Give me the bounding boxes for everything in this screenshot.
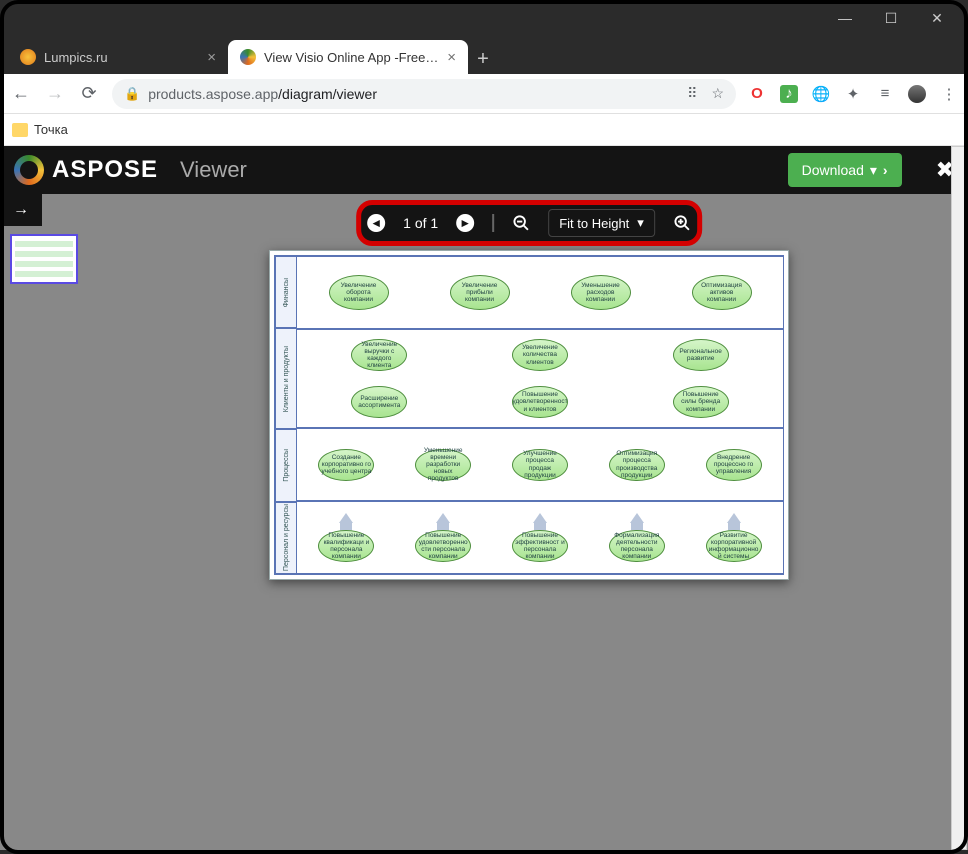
- ext-music-icon[interactable]: ♪: [780, 85, 798, 103]
- swimlane-row: Повышение квалификаци и персонала компан…: [297, 501, 783, 574]
- favicon-icon: [240, 49, 256, 65]
- divider: [492, 214, 494, 232]
- close-icon[interactable]: ×: [207, 49, 216, 66]
- lock-icon: 🔒: [124, 86, 140, 102]
- browser-tab-1[interactable]: Lumpics.ru ×: [8, 40, 228, 74]
- diagram-node: Повышение квалификаци и персонала компан…: [318, 530, 374, 562]
- diagram-node: Увеличение прибыли компании: [450, 275, 510, 310]
- extensions-icon[interactable]: ✦: [844, 85, 862, 103]
- diagram-node: Развитие корпоративной информационно й с…: [706, 530, 762, 562]
- diagram-node: Повышение удовлетворенност и клиентов: [512, 386, 568, 418]
- address-bar[interactable]: 🔒 products.aspose.app/diagram/viewer ⠿ ☆: [112, 79, 736, 109]
- browser-tab-2[interactable]: View Visio Online App -Free Onli ×: [228, 40, 468, 74]
- window-maximize[interactable]: ☐: [868, 4, 914, 32]
- reload-button[interactable]: ⟳: [78, 83, 100, 104]
- bookmark-star-icon[interactable]: ☆: [711, 85, 724, 102]
- lane-header: Процессы: [275, 429, 297, 501]
- logo-text: ASPOSE: [52, 156, 158, 184]
- caret-down-icon: ▾: [870, 162, 877, 179]
- chevron-right-icon: ›: [883, 162, 888, 178]
- diagram-node: Оптимизация активов компании: [692, 275, 752, 310]
- diagram-node: Внедрение процессно го управления: [706, 449, 762, 481]
- document-page[interactable]: Финансы Клиенты и продукты Процессы Перс…: [269, 250, 789, 580]
- page-indicator: 1 of 1: [403, 215, 438, 231]
- folder-icon: [12, 123, 28, 137]
- page-thumbnail[interactable]: [10, 234, 78, 284]
- lane-header: Клиенты и продукты: [275, 328, 297, 429]
- tab-label: Lumpics.ru: [44, 50, 199, 65]
- window-minimize[interactable]: —: [822, 4, 868, 32]
- prev-page-button[interactable]: ◄: [367, 214, 385, 232]
- new-tab-button[interactable]: +: [468, 44, 498, 74]
- diagram-node: Улучшение процесса продаж продукции: [512, 449, 568, 481]
- bookmark-item[interactable]: Точка: [34, 122, 68, 137]
- diagram-node: Увеличение количества клиентов: [512, 339, 568, 371]
- lane-header: Персонал и ресурсы: [275, 502, 297, 574]
- swimlane-row: Увеличение оборота компании Увеличение п…: [297, 256, 783, 329]
- diagram-node: Создание корпоративно го учебного центра: [318, 449, 374, 481]
- diagram-node: Повышение удовлетворенно сти персонала к…: [415, 530, 471, 562]
- ext-globe-icon[interactable]: 🌐: [812, 85, 830, 103]
- diagram-node: Повышение эффективност и персонала компа…: [512, 530, 568, 562]
- back-button[interactable]: ←: [10, 83, 32, 104]
- download-button[interactable]: Download ▾ ›: [788, 153, 902, 187]
- viewer-controls: ◄ 1 of 1 ► Fit to Height ▾: [356, 200, 702, 246]
- close-icon[interactable]: ×: [447, 49, 456, 66]
- diagram-node: Повышение силы бренда компании: [673, 386, 729, 418]
- url-text: products.aspose.app/diagram/viewer: [148, 86, 679, 102]
- page-title: Viewer: [180, 157, 247, 183]
- next-page-button[interactable]: ►: [456, 214, 474, 232]
- swimlane-row: Создание корпоративно го учебного центра…: [297, 428, 783, 501]
- aspose-logo[interactable]: ASPOSE: [14, 155, 158, 185]
- zoom-mode-select[interactable]: Fit to Height ▾: [548, 209, 655, 237]
- vertical-scrollbar[interactable]: [951, 146, 967, 850]
- diagram-node: Региональное развитие: [673, 339, 729, 371]
- expand-sidebar-button[interactable]: →: [0, 194, 42, 226]
- forward-button[interactable]: →: [44, 83, 66, 104]
- diagram-node: Уменьшение времени разработки новых прод…: [415, 449, 471, 481]
- reader-icon[interactable]: ≡: [876, 85, 894, 103]
- diagram-node: Увеличение выручки с каждого клиента: [351, 339, 407, 371]
- diagram-node: Увеличение оборота компании: [329, 275, 389, 310]
- translate-icon[interactable]: ⠿: [687, 85, 697, 102]
- tab-label: View Visio Online App -Free Onli: [264, 50, 439, 65]
- caret-down-icon: ▾: [637, 215, 644, 231]
- zoom-in-button[interactable]: [673, 214, 691, 232]
- lane-header: Финансы: [275, 256, 297, 328]
- logo-swirl-icon: [14, 155, 44, 185]
- window-close[interactable]: ✕: [914, 4, 960, 32]
- favicon-icon: [20, 49, 36, 65]
- profile-avatar[interactable]: ●: [908, 85, 926, 103]
- browser-menu-icon[interactable]: ⋮: [940, 85, 958, 103]
- diagram-node: Уменьшение расходов компании: [571, 275, 631, 310]
- ext-opera-icon[interactable]: O: [748, 85, 766, 103]
- diagram-node: Расширение ассортимента: [351, 386, 407, 418]
- zoom-out-button[interactable]: [512, 214, 530, 232]
- diagram-node: Формализация деятельности персонала комп…: [609, 530, 665, 562]
- diagram-node: Оптимизация процесса производства продук…: [609, 449, 665, 481]
- swimlane-row: Увеличение выручки с каждого клиента Уве…: [297, 329, 783, 428]
